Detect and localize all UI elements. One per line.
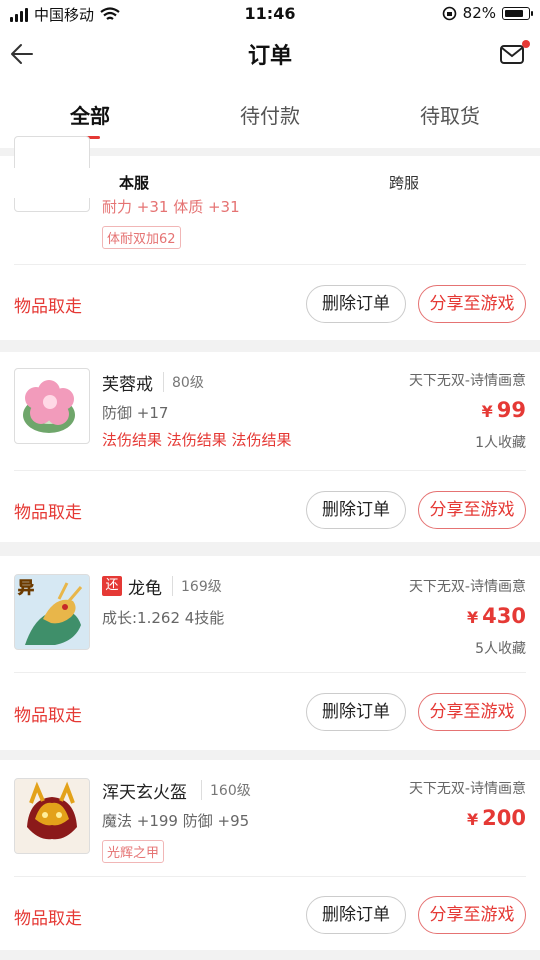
nav-bar: 订单 (0, 28, 540, 80)
tab-all[interactable]: 全部 (0, 100, 180, 129)
item-level: 169级 (172, 576, 222, 596)
take-item-status: 物品取走 (14, 706, 82, 726)
item-thumbnail (14, 368, 90, 444)
share-to-game-button[interactable]: 分享至游戏 (418, 693, 526, 731)
favorite-count: 1人收藏 (475, 435, 526, 451)
item-name: 龙龟 (128, 579, 162, 599)
divider (14, 876, 526, 877)
item-tag: 体耐双加62 (102, 226, 181, 249)
favorite-count: 5人收藏 (475, 641, 526, 657)
wifi-icon (100, 7, 120, 20)
tab-pending-payment[interactable]: 待付款 (180, 100, 360, 129)
item-price: ¥200 (467, 806, 526, 830)
server-name: 天下无双-诗情画意 (408, 781, 526, 797)
item-level: 160级 (201, 780, 251, 800)
delete-order-button[interactable]: 删除订单 (306, 693, 406, 731)
dragon-turtle-icon: 异 (15, 575, 89, 649)
order-card: 异 还 龙龟 169级 天下无双-诗情画意 成长:1.262 4技能 ¥430 … (0, 556, 540, 750)
status-bar: 中国移动 11:46 82% (0, 0, 540, 28)
delete-order-button[interactable]: 删除订单 (306, 896, 406, 934)
item-price: ¥430 (467, 604, 526, 628)
currency-symbol: ¥ (481, 402, 493, 421)
share-to-game-button[interactable]: 分享至游戏 (418, 285, 526, 323)
item-attributes: 成长:1.262 4技能 (102, 609, 225, 627)
server-name: 天下无双-诗情画意 (408, 373, 526, 389)
order-card: 芙蓉戒 80级 天下无双-诗情画意 防御 +17 ¥99 法伤结果 法伤结果 法… (0, 352, 540, 542)
item-thumbnail (14, 778, 90, 854)
return-badge: 还 (102, 576, 122, 596)
currency-symbol: ¥ (467, 608, 479, 627)
thumb-badge: 异 (18, 578, 34, 597)
item-thumbnail: 异 (14, 574, 90, 650)
battery-icon (502, 6, 533, 20)
signal-icon (10, 7, 28, 22)
back-arrow-icon[interactable] (8, 40, 36, 68)
divider (14, 470, 526, 471)
tab-pending-pickup[interactable]: 待取货 (360, 100, 540, 129)
take-item-status: 物品取走 (14, 909, 82, 929)
delete-order-button[interactable]: 删除订单 (306, 491, 406, 529)
divider (14, 264, 526, 265)
currency-symbol: ¥ (467, 810, 479, 829)
item-name: 芙蓉戒 (102, 375, 153, 395)
rotation-lock-icon (442, 6, 456, 20)
ring-icon (23, 380, 75, 433)
item-attributes: 魔法 +199 防御 +95 (102, 812, 250, 830)
subtab-local-server[interactable]: 本服 (119, 172, 149, 193)
item-attributes: 耐力 +31 体质 +31 (102, 198, 240, 216)
server-switch: 本服 跨服 (0, 168, 540, 198)
server-name: 天下无双-诗情画意 (408, 579, 526, 595)
price-value: 200 (482, 806, 526, 830)
subtab-cross-server[interactable]: 跨服 (389, 172, 419, 193)
item-level: 80级 (163, 372, 204, 392)
divider (14, 672, 526, 673)
item-tag: 光辉之甲 (102, 840, 165, 863)
carrier-label: 中国移动 (34, 6, 95, 24)
take-item-status: 物品取走 (14, 297, 82, 317)
notification-dot (522, 40, 530, 48)
helmet-icon (15, 779, 89, 853)
item-name: 浑天玄火盔 (102, 783, 187, 803)
page-title: 订单 (247, 44, 292, 69)
item-effects: 法伤结果 法伤结果 法伤结果 (102, 431, 292, 449)
item-attributes: 防御 +17 (102, 404, 169, 422)
share-to-game-button[interactable]: 分享至游戏 (418, 896, 526, 934)
battery-percent: 82% (462, 4, 496, 22)
take-item-status: 物品取走 (14, 503, 82, 523)
order-card: 浑天玄火盔 160级 天下无双-诗情画意 魔法 +199 防御 +95 ¥200… (0, 760, 540, 950)
price-value: 99 (496, 398, 526, 422)
delete-order-button[interactable]: 删除订单 (306, 285, 406, 323)
share-to-game-button[interactable]: 分享至游戏 (418, 491, 526, 529)
item-price: ¥99 (482, 398, 526, 422)
price-value: 430 (482, 604, 526, 628)
